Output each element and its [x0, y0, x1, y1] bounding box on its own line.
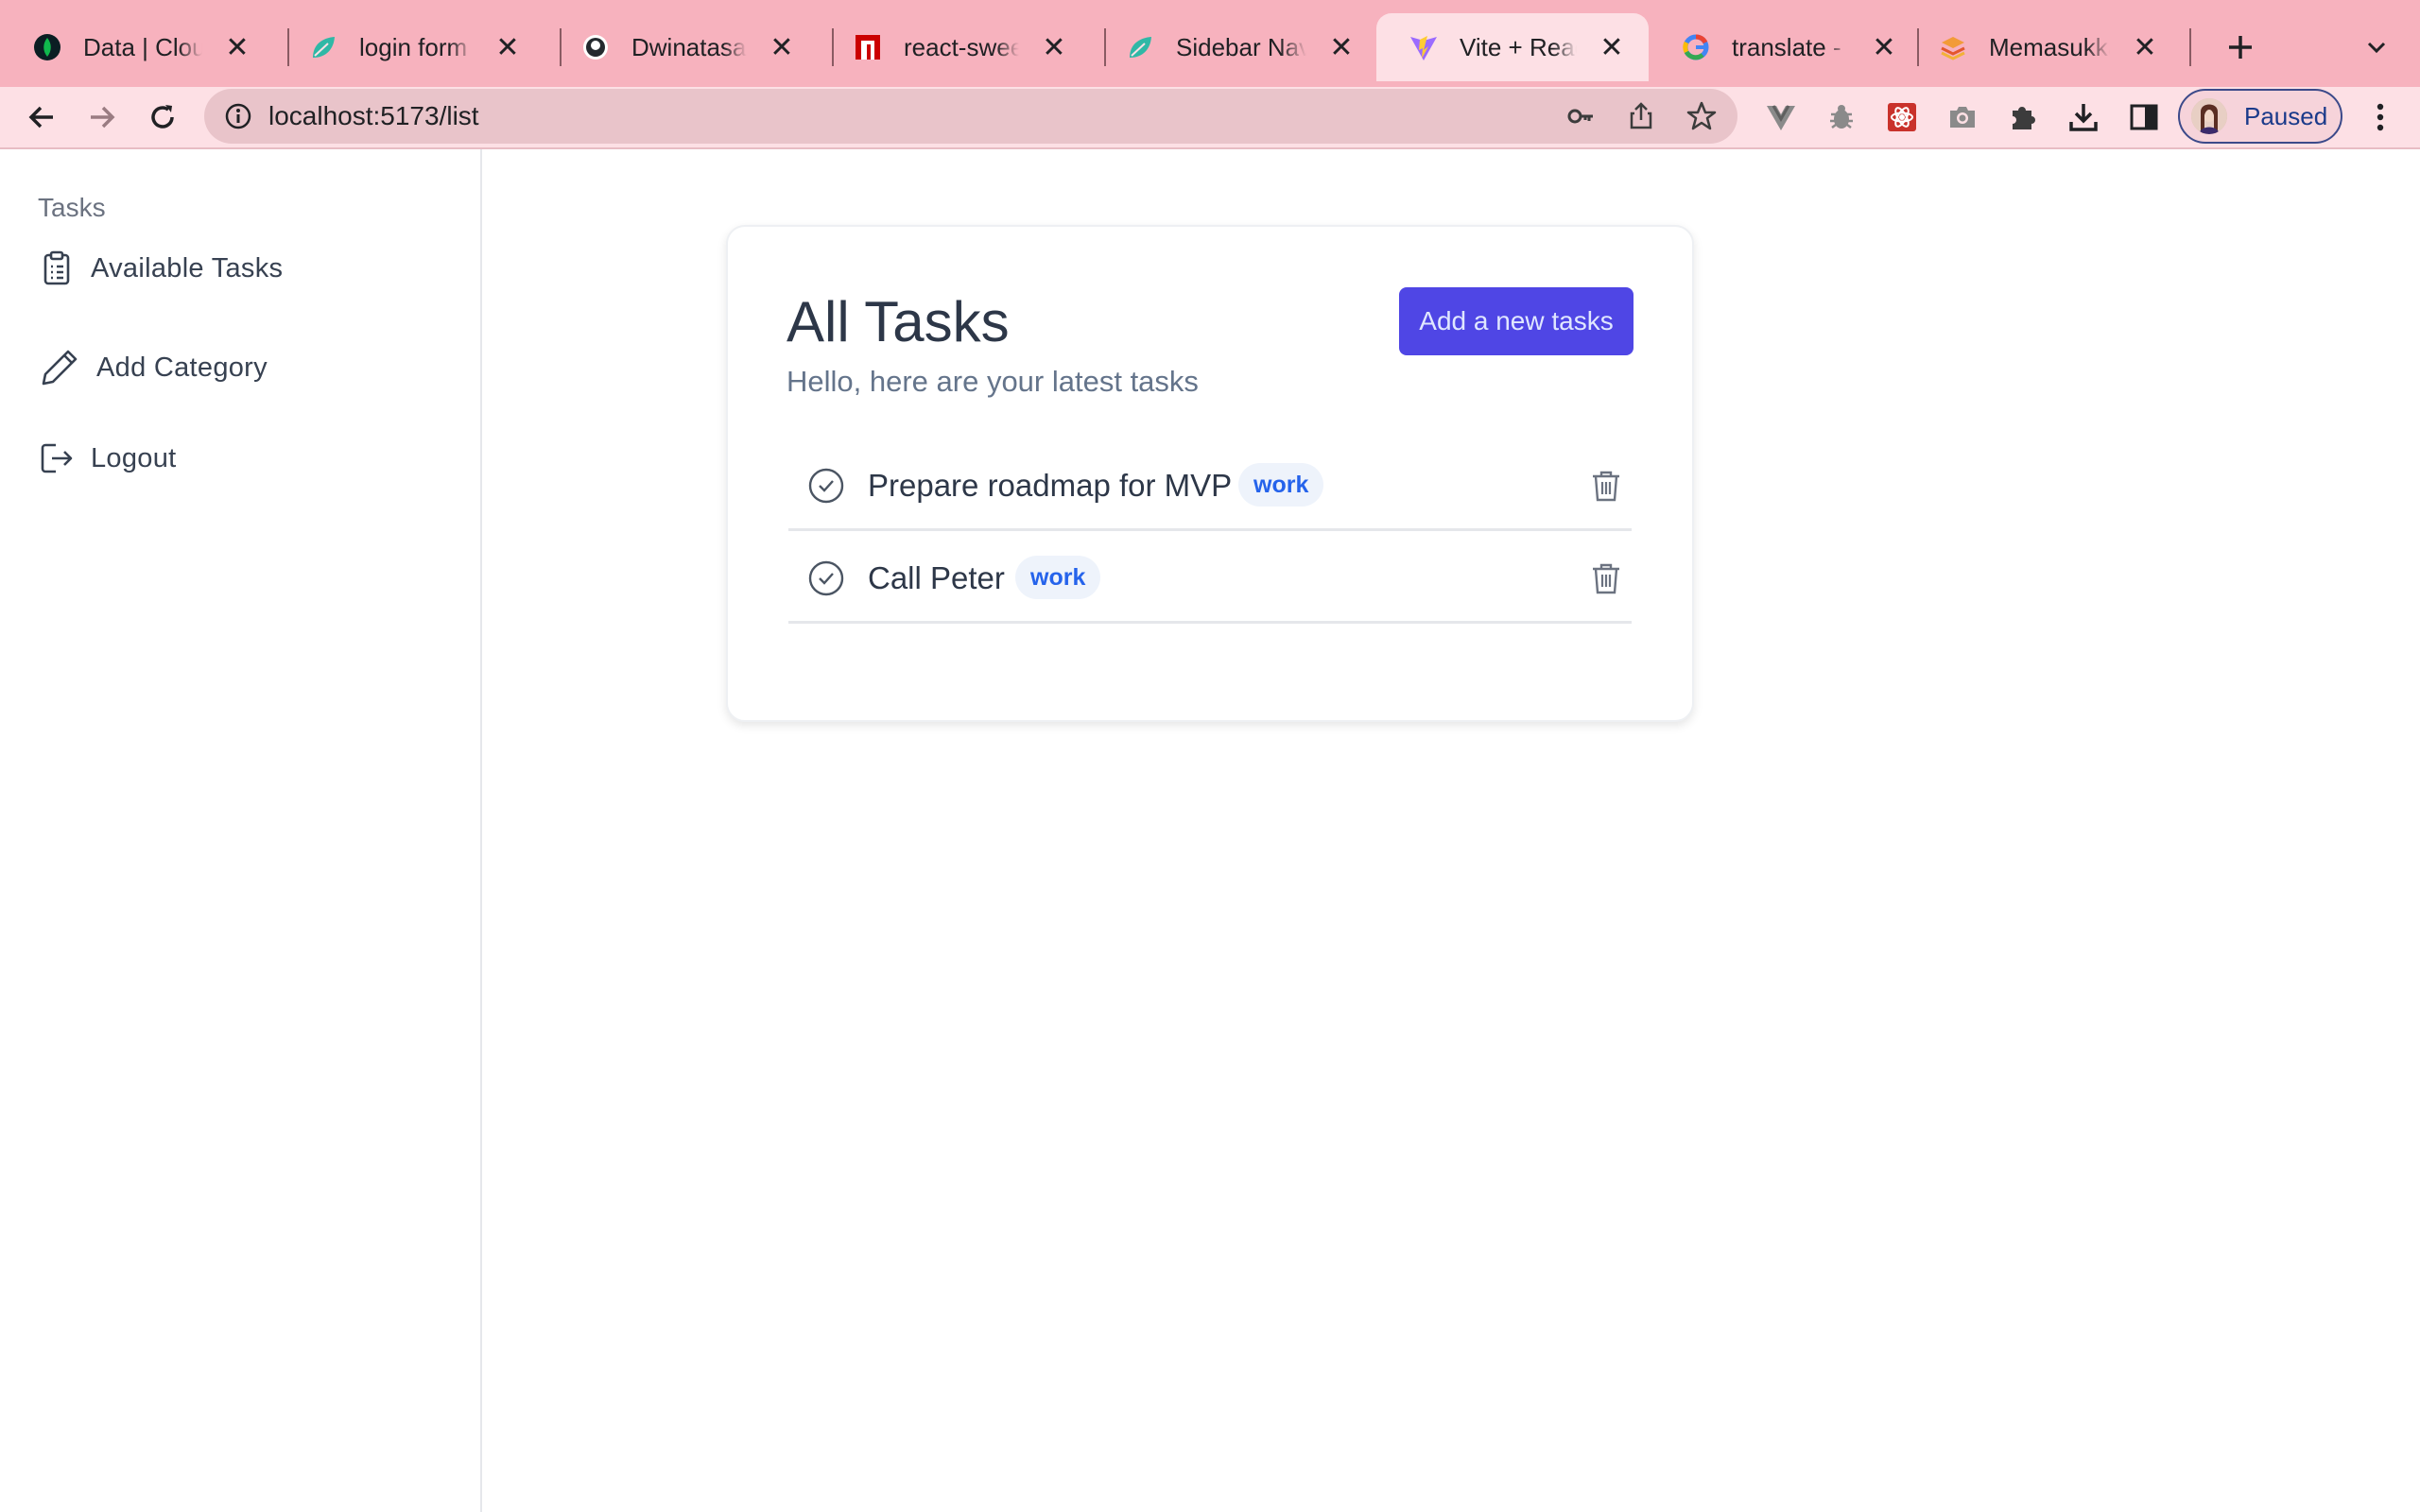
task-row: Prepare roadmap for MVP work — [788, 440, 1632, 531]
browser-tab-active[interactable]: Vite + React ✕ — [1376, 13, 1649, 81]
more-vertical-icon — [2377, 103, 2384, 131]
close-tab-icon[interactable]: ✕ — [768, 32, 796, 63]
browser-tab-bar: Data | Cloud: MongoDB Cloud ✕ login form… — [0, 0, 2420, 87]
camera-extension-icon[interactable] — [1944, 98, 1981, 136]
tab-title: react-sweetalert2 — [904, 32, 1019, 61]
tab-title: Data | Cloud: MongoDB Cloud — [83, 32, 202, 61]
browser-tab[interactable]: login form | Form ✕ — [276, 13, 544, 81]
task-name: Prepare roadmap for MVP — [868, 468, 1233, 503]
pencil-icon — [38, 346, 81, 389]
category-badge: work — [1238, 463, 1324, 507]
close-tab-icon[interactable]: ✕ — [1598, 32, 1626, 63]
key-icon[interactable] — [1562, 97, 1599, 135]
check-circle-icon[interactable] — [807, 467, 845, 505]
github-icon — [580, 32, 611, 62]
browser-tab[interactable]: Sidebar Navigation ✕ — [1093, 13, 1378, 81]
browser-tab[interactable]: Data | Cloud: MongoDB Cloud ✕ — [0, 13, 274, 81]
vite-icon — [1409, 32, 1439, 62]
bookmark-star-icon[interactable] — [1683, 97, 1720, 135]
sidebar: Tasks Available Tasks Add Category Logou… — [0, 149, 482, 1512]
tab-search-button[interactable] — [2356, 26, 2397, 68]
chevron-down-icon — [2367, 42, 2386, 54]
google-icon — [1681, 32, 1711, 62]
browser-tab[interactable]: react-sweetalert2 ✕ — [821, 13, 1091, 81]
close-tab-icon[interactable]: ✕ — [1040, 32, 1068, 63]
sidebar-item-label: Add Category — [96, 352, 268, 383]
category-badge: work — [1015, 556, 1101, 599]
task-name: Call Peter — [868, 560, 1005, 595]
sidebar-item-label: Available Tasks — [91, 252, 284, 284]
close-tab-icon[interactable]: ✕ — [223, 32, 251, 63]
tab-title: login form | Form — [359, 32, 473, 61]
sidebar-item-label: Logout — [91, 442, 177, 473]
mongodb-leaf-icon — [32, 32, 62, 62]
reload-icon — [151, 105, 174, 129]
share-icon[interactable] — [1622, 97, 1660, 135]
close-tab-icon[interactable]: ✕ — [1327, 32, 1356, 63]
bug-extension-icon[interactable] — [1823, 98, 1860, 136]
sidebar-item-available-tasks[interactable]: Available Tasks — [38, 249, 283, 287]
reload-button[interactable] — [134, 87, 191, 147]
clipboard-icon — [38, 249, 76, 287]
browser-menu-button[interactable] — [2361, 98, 2399, 136]
app-icon — [1938, 32, 1968, 62]
tab-title: translate - Google Search — [1732, 32, 1849, 61]
avatar — [2191, 98, 2227, 134]
sidebar-heading: Tasks — [38, 193, 106, 222]
plus-icon — [2229, 36, 2252, 59]
vue-devtools-extension-icon[interactable] — [1762, 98, 1800, 136]
leaf-icon — [1125, 32, 1155, 62]
profile-button[interactable]: Paused — [2178, 89, 2342, 144]
react-devtools-extension-icon[interactable] — [1883, 98, 1921, 136]
browser-tab[interactable]: Dwinatasarijuwi ✕ — [548, 13, 819, 81]
info-icon[interactable] — [223, 101, 253, 131]
browser-toolbar: localhost:5173/list Paused — [0, 87, 2420, 149]
side-panel-icon[interactable] — [2125, 98, 2163, 136]
trash-icon[interactable] — [1588, 560, 1624, 596]
address-bar[interactable]: localhost:5173/list — [204, 89, 1737, 144]
logout-icon — [38, 439, 76, 477]
close-tab-icon[interactable]: ✕ — [1870, 32, 1898, 63]
npm-icon — [853, 32, 883, 62]
tab-title: Dwinatasarijuwi — [631, 32, 747, 61]
close-tab-icon[interactable]: ✕ — [2131, 32, 2159, 63]
page-subtitle: Hello, here are your latest tasks — [786, 365, 1199, 398]
tab-title: Sidebar Navigation — [1176, 32, 1306, 61]
url-text[interactable]: localhost:5173/list — [268, 89, 479, 144]
back-button[interactable] — [13, 87, 70, 147]
browser-tab[interactable]: Memasukkan ✕ — [1906, 13, 2182, 81]
close-tab-icon[interactable]: ✕ — [493, 32, 522, 63]
browser-tab[interactable]: translate - Google Search ✕ — [1649, 13, 1921, 81]
profile-status: Paused — [2244, 101, 2328, 130]
page-title: All Tasks — [786, 290, 1010, 353]
arrow-right-icon — [91, 106, 115, 129]
forward-button[interactable] — [74, 87, 130, 147]
tab-title: Vite + React — [1460, 32, 1577, 61]
arrow-left-icon — [28, 106, 53, 129]
tab-separator — [2189, 28, 2191, 66]
tab-title: Memasukkan — [1989, 32, 2110, 61]
add-task-button[interactable]: Add a new tasks — [1399, 287, 1634, 355]
trash-icon[interactable] — [1588, 468, 1624, 504]
download-icon[interactable] — [2065, 98, 2102, 136]
task-row: Call Peter work — [788, 533, 1632, 624]
new-tab-button[interactable] — [2214, 21, 2267, 74]
sidebar-item-logout[interactable]: Logout — [38, 439, 177, 477]
sidebar-item-add-category[interactable]: Add Category — [38, 346, 268, 389]
check-circle-icon[interactable] — [807, 559, 845, 597]
puzzle-extensions-icon[interactable] — [2004, 98, 2042, 136]
leaf-icon — [308, 32, 338, 62]
